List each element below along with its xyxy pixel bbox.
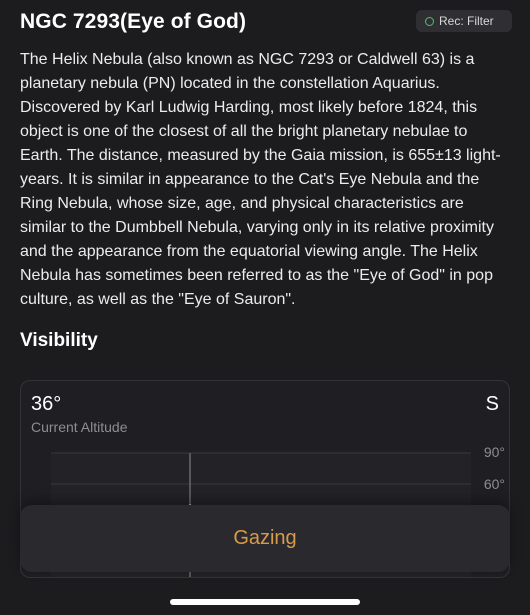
home-indicator[interactable] — [170, 599, 360, 605]
y-tick-60: 60° — [484, 476, 505, 492]
rec-filter-label: Rec: Filter — [439, 14, 494, 28]
y-tick-90: 90° — [484, 444, 505, 460]
visibility-section-title: Visibility — [20, 330, 98, 351]
object-description: The Helix Nebula (also known as NGC 7293… — [20, 51, 501, 308]
record-indicator-icon — [425, 16, 434, 26]
gazing-button[interactable]: Gazing — [20, 505, 510, 572]
rec-filter-button[interactable]: Rec: Filter — [416, 10, 512, 32]
current-altitude-label: Current Altitude — [31, 419, 128, 435]
object-title: NGC 7293(Eye of God) — [20, 10, 247, 33]
compass-direction: S — [485, 393, 499, 415]
current-altitude-value: 36° — [31, 393, 62, 415]
